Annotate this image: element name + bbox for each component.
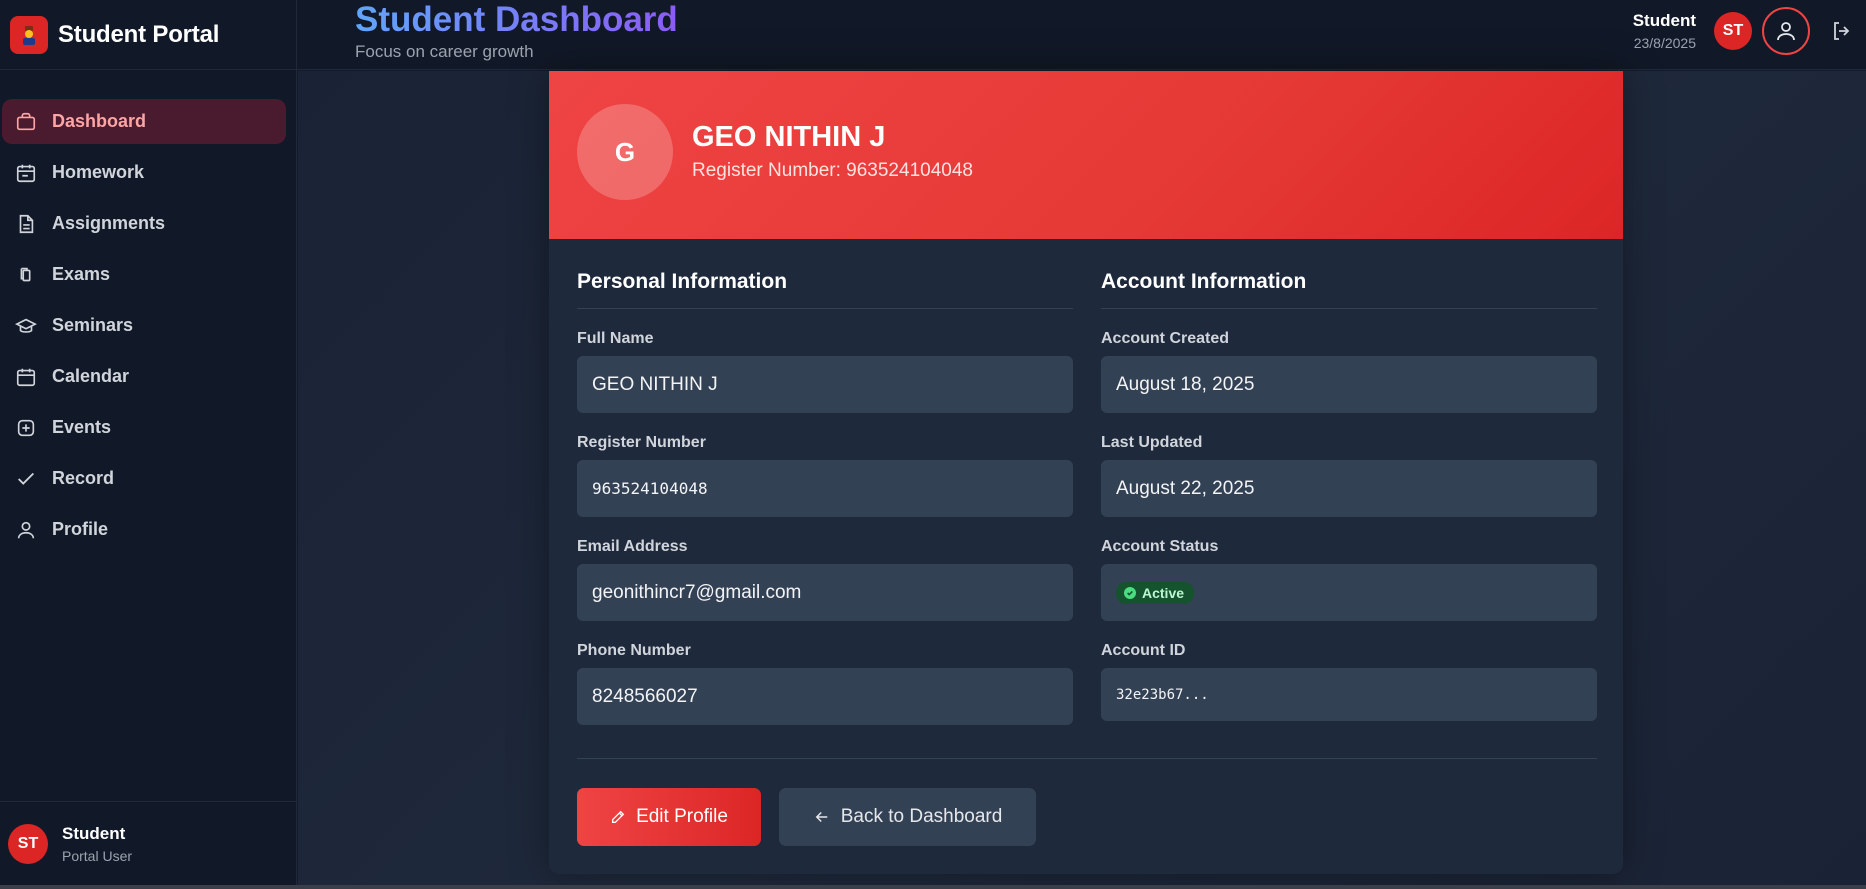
- check-circle-icon: [1124, 586, 1136, 599]
- arrow-left-icon: [813, 808, 831, 826]
- sidebar-item-label: Events: [52, 417, 112, 437]
- profile-name: GEO NITHIN J: [692, 121, 886, 153]
- field-label: Account ID: [1101, 642, 1186, 659]
- plus-square-icon: [14, 416, 38, 440]
- brand-title: Student Portal: [58, 20, 220, 48]
- field-label: Full Name: [577, 330, 654, 347]
- page-title: Student Dashboard: [355, 0, 678, 39]
- profile-avatar: G: [577, 104, 673, 200]
- document-icon: [14, 212, 38, 236]
- sidebar-item-label: Calendar: [52, 366, 130, 386]
- header-avatar[interactable]: ST: [1714, 12, 1752, 50]
- sidebar-item-dashboard[interactable]: Dashboard: [2, 99, 286, 144]
- account-created-field: August 18, 2025: [1101, 356, 1597, 413]
- personal-information: Personal Information Full Name GEO NITHI…: [577, 239, 1073, 725]
- edit-profile-button[interactable]: Edit Profile: [577, 788, 761, 846]
- sidebar-nav: Dashboard Homework Assignments Exams Sem…: [0, 70, 296, 552]
- section-title: Account Information: [1101, 239, 1597, 309]
- account-status-field: Active: [1101, 564, 1597, 621]
- register-number-field: 963524104048: [577, 460, 1073, 517]
- header-date: 23/8/2025: [1633, 35, 1696, 51]
- calendar-note-icon: [14, 161, 38, 185]
- edit-profile-label: Edit Profile: [636, 806, 728, 827]
- sidebar-item-label: Profile: [52, 519, 109, 539]
- profile-register-number: Register Number: 963524104048: [692, 160, 973, 181]
- section-title: Personal Information: [577, 239, 1073, 309]
- top-header: Student Dashboard Focus on career growth…: [297, 0, 1866, 70]
- field-label: Phone Number: [577, 642, 691, 659]
- sidebar-item-label: Exams: [52, 264, 111, 284]
- status-badge: Active: [1116, 581, 1195, 604]
- sidebar-item-homework[interactable]: Homework: [0, 150, 286, 195]
- email-field: geonithincr7@gmail.com: [577, 564, 1073, 621]
- calendar-icon: [14, 365, 38, 389]
- edit-icon: [610, 809, 626, 825]
- sidebar-item-label: Assignments: [52, 213, 166, 233]
- check-icon: [14, 467, 38, 491]
- field-label: Register Number: [577, 434, 706, 451]
- sidebar-item-profile[interactable]: Profile: [0, 507, 286, 552]
- sidebar-user-role: Portal User: [62, 847, 133, 864]
- field-label: Account Created: [1101, 330, 1230, 347]
- sidebar-item-label: Record: [52, 468, 115, 488]
- header-user-name: Student: [1632, 11, 1696, 30]
- last-updated-field: August 22, 2025: [1101, 460, 1597, 517]
- user-icon: [1777, 22, 1795, 41]
- sidebar-item-label: Seminars: [52, 315, 134, 335]
- profile-card: G GEO NITHIN J Register Number: 96352410…: [549, 71, 1623, 874]
- back-to-dashboard-button[interactable]: Back to Dashboard: [779, 788, 1036, 846]
- brand[interactable]: Student Portal: [0, 0, 296, 70]
- full-name-field: GEO NITHIN J: [577, 356, 1073, 413]
- back-to-dashboard-label: Back to Dashboard: [840, 806, 1003, 827]
- sidebar-item-exams[interactable]: Exams: [0, 252, 286, 297]
- page-subtitle: Focus on career growth: [355, 42, 534, 61]
- sidebar-item-label: Homework: [52, 162, 145, 182]
- account-id-field: 32e23b67...: [1101, 668, 1597, 721]
- field-label: Email Address: [577, 538, 688, 555]
- window-bottom-border: [0, 885, 1866, 889]
- sidebar-item-calendar[interactable]: Calendar: [0, 354, 286, 399]
- sidebar-item-seminars[interactable]: Seminars: [0, 303, 286, 348]
- field-label: Last Updated: [1101, 434, 1203, 451]
- sidebar-item-events[interactable]: Events: [0, 405, 286, 450]
- user-icon: [14, 518, 38, 542]
- sidebar-user-name: Student: [62, 823, 126, 843]
- account-information: Account Information Account Created Augu…: [1101, 239, 1597, 721]
- profile-button[interactable]: [1762, 7, 1810, 55]
- briefcase-icon: [14, 110, 38, 134]
- main-content: G GEO NITHIN J Register Number: 96352410…: [298, 71, 1866, 885]
- logout-icon: [1834, 22, 1850, 40]
- phone-field: 8248566027: [577, 668, 1073, 725]
- avatar: ST: [8, 823, 48, 864]
- logout-button[interactable]: [1828, 17, 1856, 45]
- divider: [577, 758, 1597, 759]
- sidebar: Student Portal Dashboard Homework Assign…: [0, 0, 297, 885]
- sidebar-item-assignments[interactable]: Assignments: [0, 201, 286, 246]
- copy-icon: [14, 263, 38, 287]
- graduation-cap-icon: [14, 314, 38, 338]
- sidebar-user[interactable]: ST Student Portal User: [0, 801, 296, 885]
- profile-header: G GEO NITHIN J Register Number: 96352410…: [549, 71, 1623, 239]
- student-logo-icon: [10, 15, 48, 54]
- status-text: Active: [1142, 584, 1185, 601]
- sidebar-item-record[interactable]: Record: [0, 456, 286, 501]
- sidebar-item-label: Dashboard: [52, 111, 147, 131]
- field-label: Account Status: [1101, 538, 1219, 555]
